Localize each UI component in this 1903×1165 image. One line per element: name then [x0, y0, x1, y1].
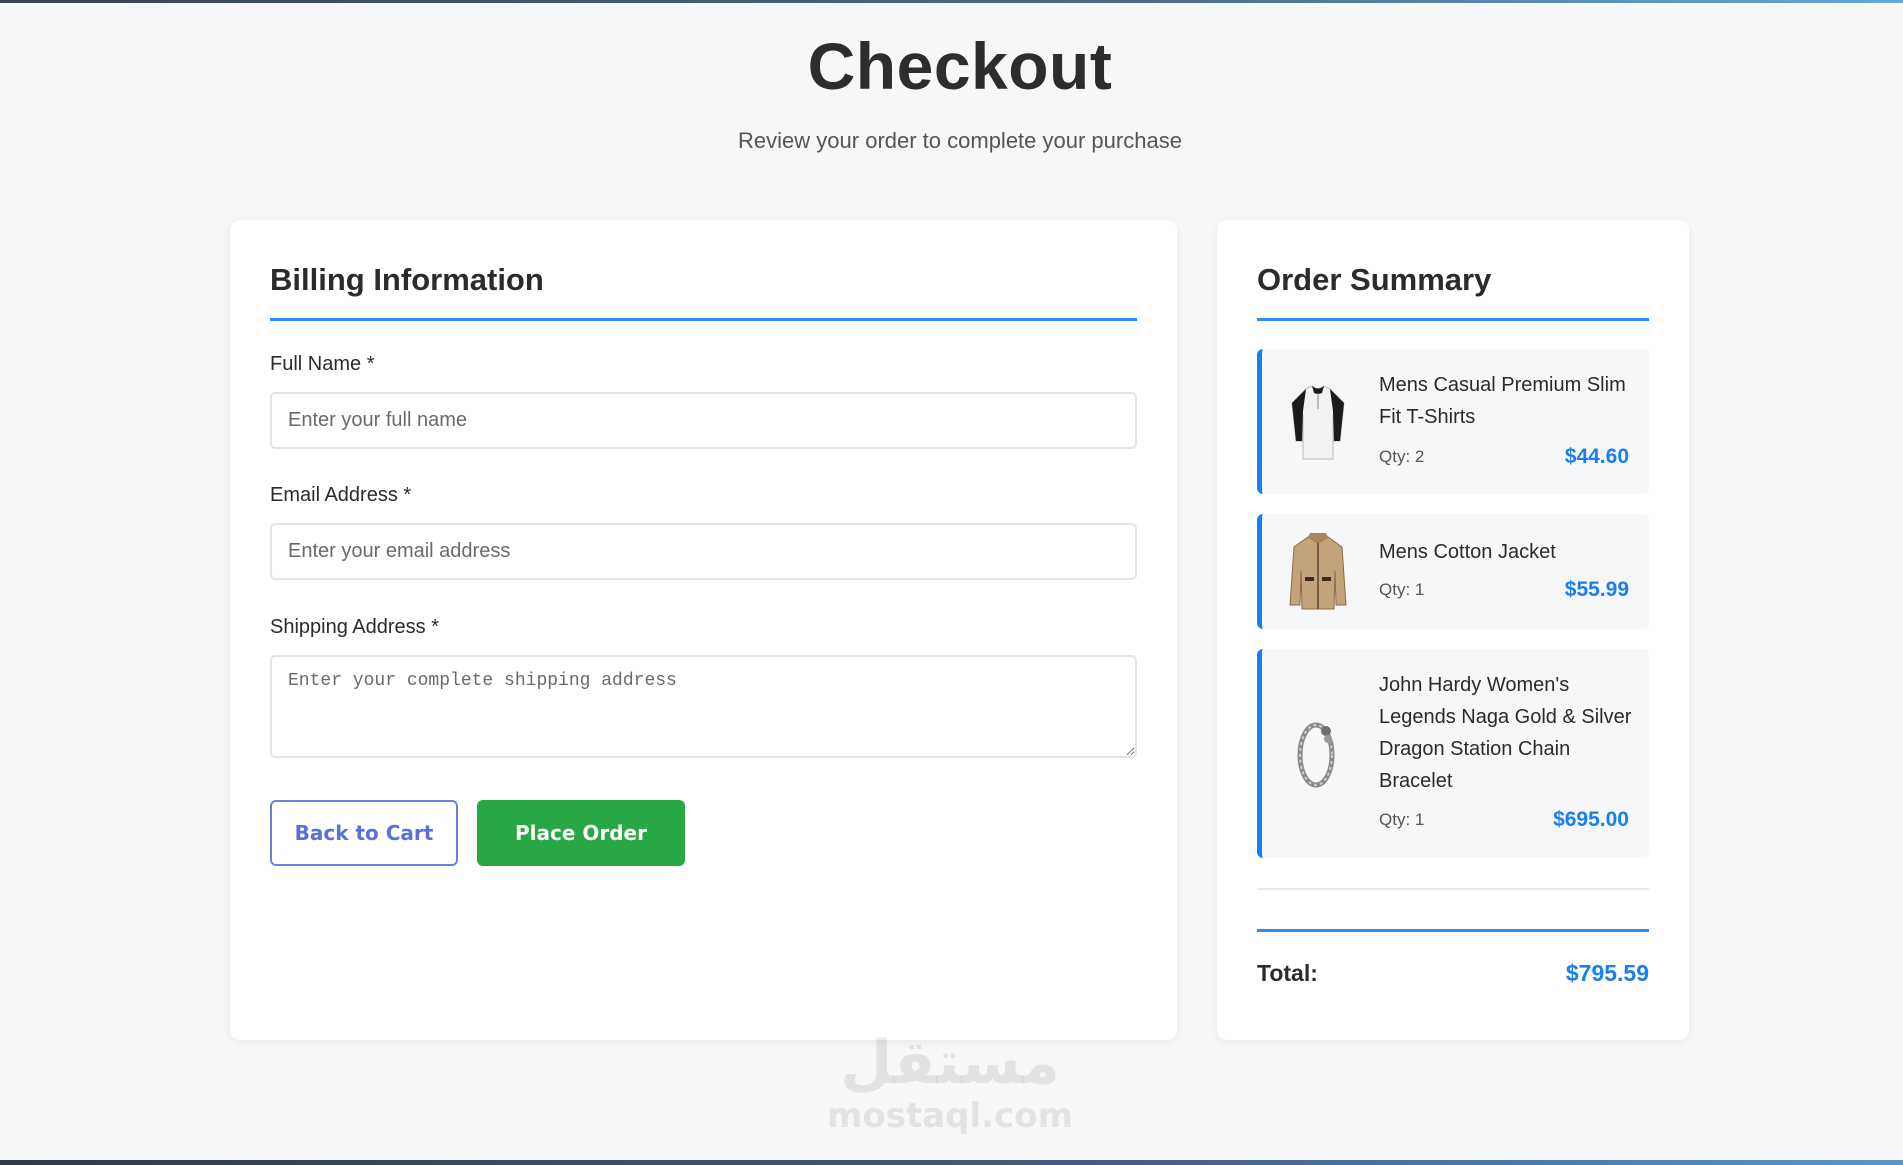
- total-rule: [1257, 929, 1649, 932]
- total-label: Total:: [1257, 960, 1318, 986]
- top-accent-strip: [0, 0, 1903, 3]
- summary-item: Mens Cotton Jacket Qty: 1 $55.99: [1257, 514, 1649, 629]
- summary-item-price: $55.99: [1564, 578, 1629, 601]
- summary-item-qty: Qty: 1: [1379, 580, 1425, 599]
- summary-title: Order Summary: [1257, 262, 1492, 297]
- summary-divider: [1257, 888, 1649, 890]
- page-title: Checkout: [807, 29, 1113, 103]
- summary-item: John Hardy Women's Legends Naga Gold & S…: [1257, 649, 1649, 858]
- bottom-accent-strip: [0, 1160, 1903, 1165]
- watermark-arabic: مستقل: [840, 1028, 1060, 1098]
- back-to-cart-button[interactable]: Back to Cart: [270, 800, 458, 866]
- full-name-label: Full Name *: [270, 353, 375, 375]
- bracelet-icon: [1297, 722, 1335, 788]
- full-name-input[interactable]: [270, 392, 1137, 449]
- watermark-logo: مستقل mostaql.com: [820, 1030, 1080, 1136]
- summary-item-name: Mens Casual Premium Slim Fit T-Shirts: [1379, 374, 1626, 428]
- total-value: $795.59: [1565, 960, 1649, 986]
- summary-item-name: John Hardy Women's Legends Naga Gold & S…: [1379, 674, 1632, 792]
- summary-item-price: $44.60: [1564, 445, 1629, 468]
- place-order-button[interactable]: Place Order: [477, 800, 685, 866]
- shipping-address-textarea[interactable]: [270, 655, 1137, 758]
- billing-title-rule: [270, 318, 1137, 321]
- email-input[interactable]: [270, 523, 1137, 580]
- watermark-latin: mostaql.com: [826, 1096, 1074, 1136]
- summary-item-qty: Qty: 2: [1379, 447, 1425, 466]
- summary-item: Mens Casual Premium Slim Fit T-Shirts Qt…: [1257, 349, 1649, 494]
- summary-item-qty: Qty: 1: [1379, 810, 1425, 829]
- shipping-address-label: Shipping Address *: [270, 616, 440, 638]
- page-subtitle: Review your order to complete your purch…: [738, 128, 1182, 153]
- billing-card: Billing Information Full Name * Email Ad…: [230, 220, 1177, 1040]
- order-summary-card: Order Summary Mens Casual Premium Slim F…: [1217, 220, 1689, 1040]
- jacket-icon: [1289, 533, 1347, 610]
- email-label: Email Address *: [270, 484, 412, 506]
- billing-title: Billing Information: [270, 262, 544, 297]
- summary-title-rule: [1257, 318, 1649, 321]
- summary-item-name: Mens Cotton Jacket: [1379, 541, 1556, 563]
- summary-item-price: $695.00: [1553, 808, 1629, 831]
- tshirt-icon: [1291, 385, 1345, 460]
